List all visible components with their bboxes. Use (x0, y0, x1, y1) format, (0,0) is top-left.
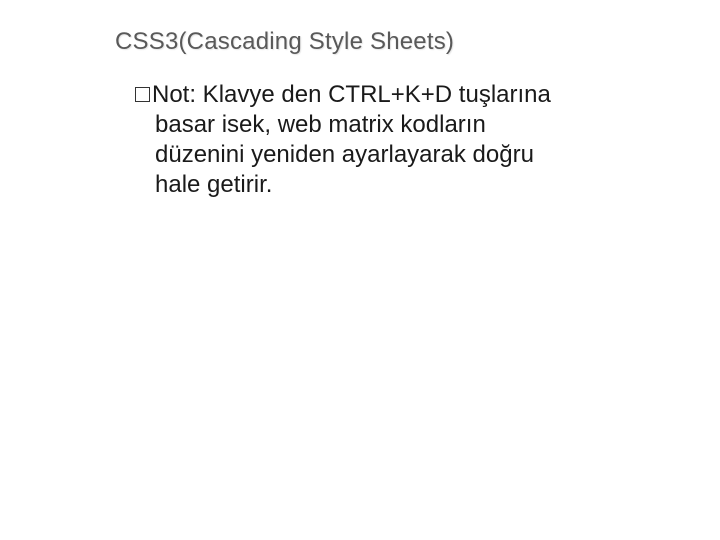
body-line-4: hale getirir. (135, 170, 605, 200)
body-line-3: düzenini yeniden ayarlayarak doğru (135, 140, 605, 170)
square-bullet-icon (135, 87, 150, 102)
slide-title: CSS3(Cascading Style Sheets) (115, 28, 454, 56)
body-text-1: Klavye den CTRL+K+D tuşlarına (196, 81, 551, 108)
note-label: Not: (152, 81, 196, 108)
body-line-1: Not: Klavye den CTRL+K+D tuşlarına (135, 80, 605, 110)
slide-body: Not: Klavye den CTRL+K+D tuşlarına basar… (135, 80, 605, 200)
slide: CSS3(Cascading Style Sheets) Not: Klavye… (0, 0, 720, 540)
body-line-2: basar isek, web matrix kodların (135, 110, 605, 140)
